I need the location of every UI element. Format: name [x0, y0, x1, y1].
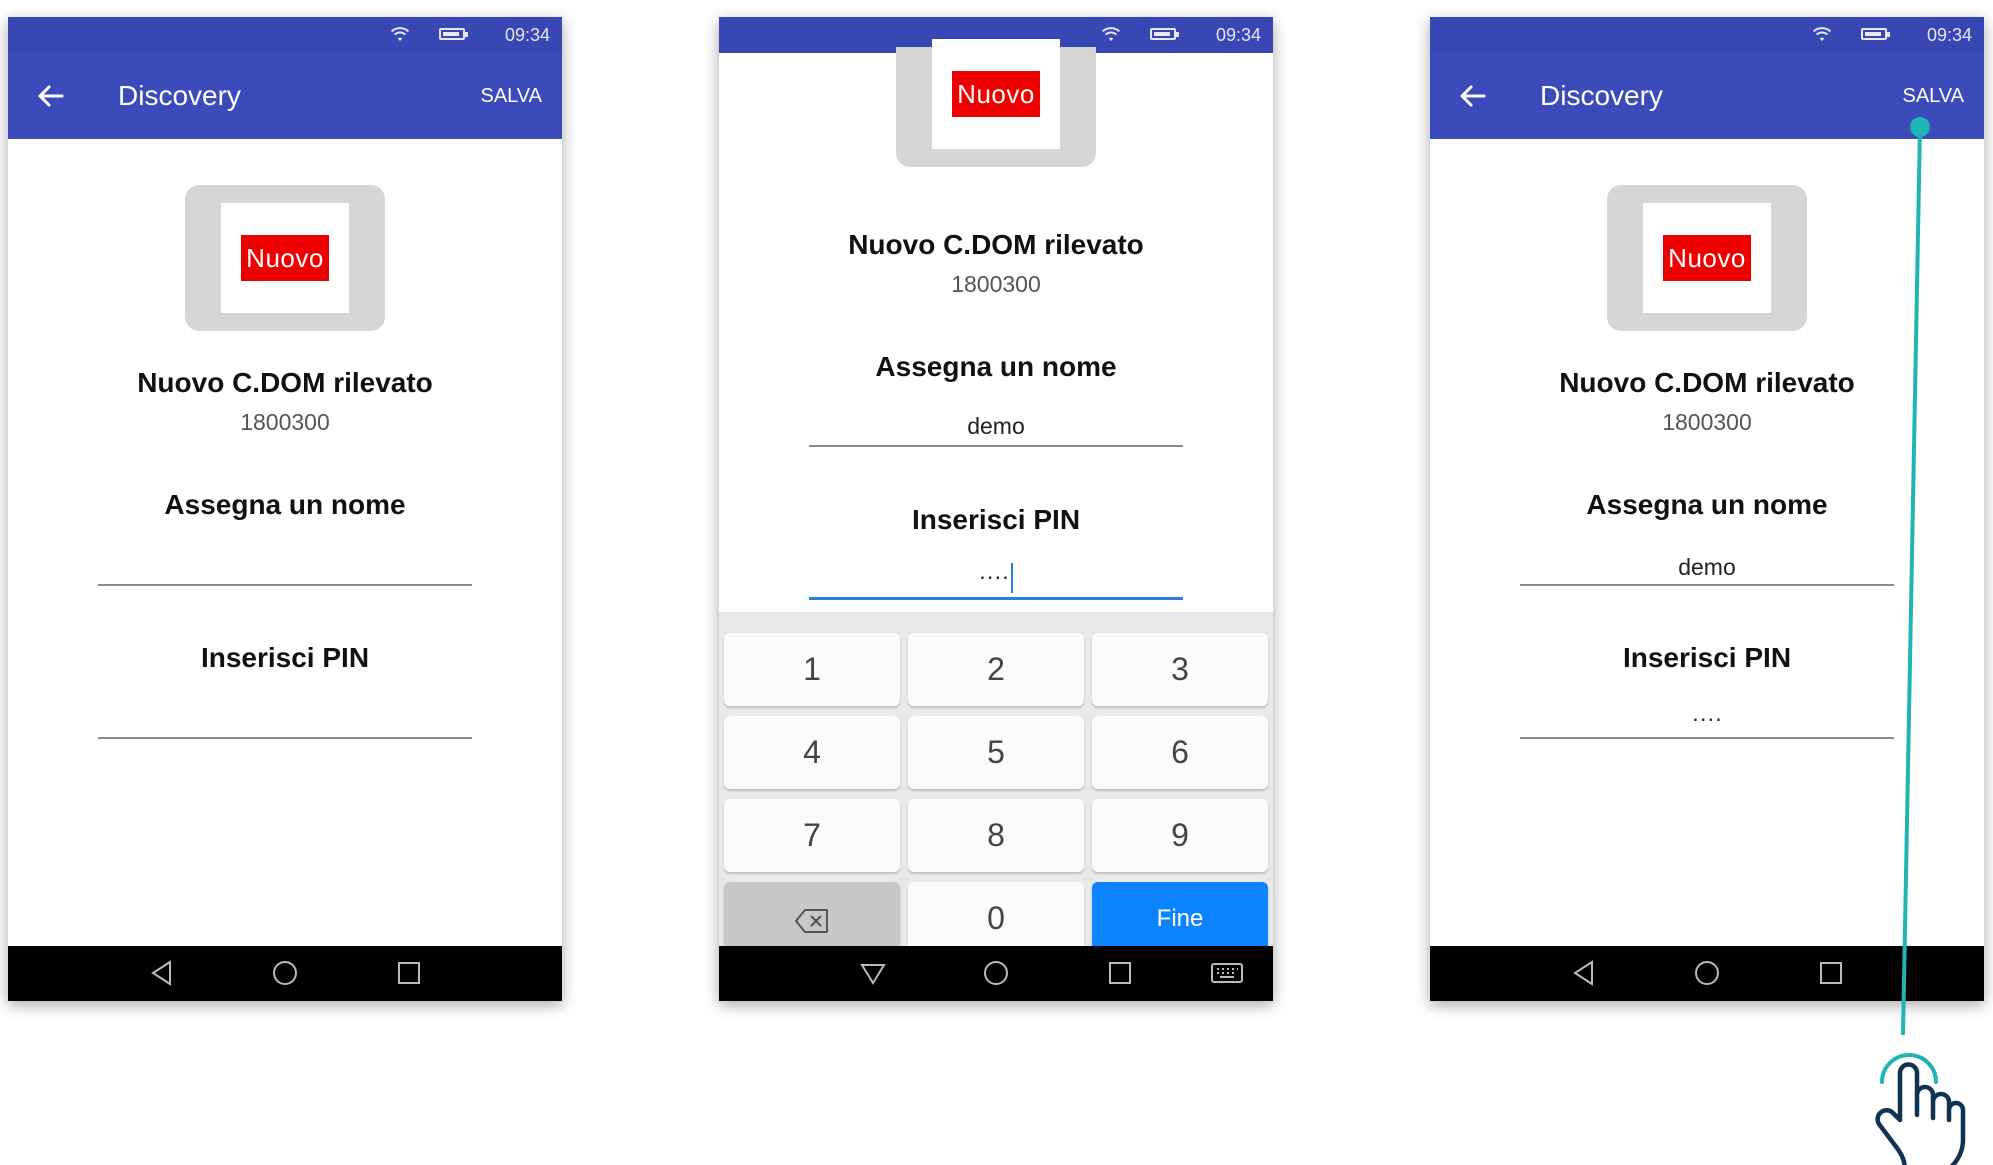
- tap-hand-icon: [1875, 1053, 1966, 1165]
- pointer-line: [1901, 126, 1922, 1036]
- tap-pointer: [1875, 117, 1966, 1165]
- pointer-dot: [1910, 117, 1930, 137]
